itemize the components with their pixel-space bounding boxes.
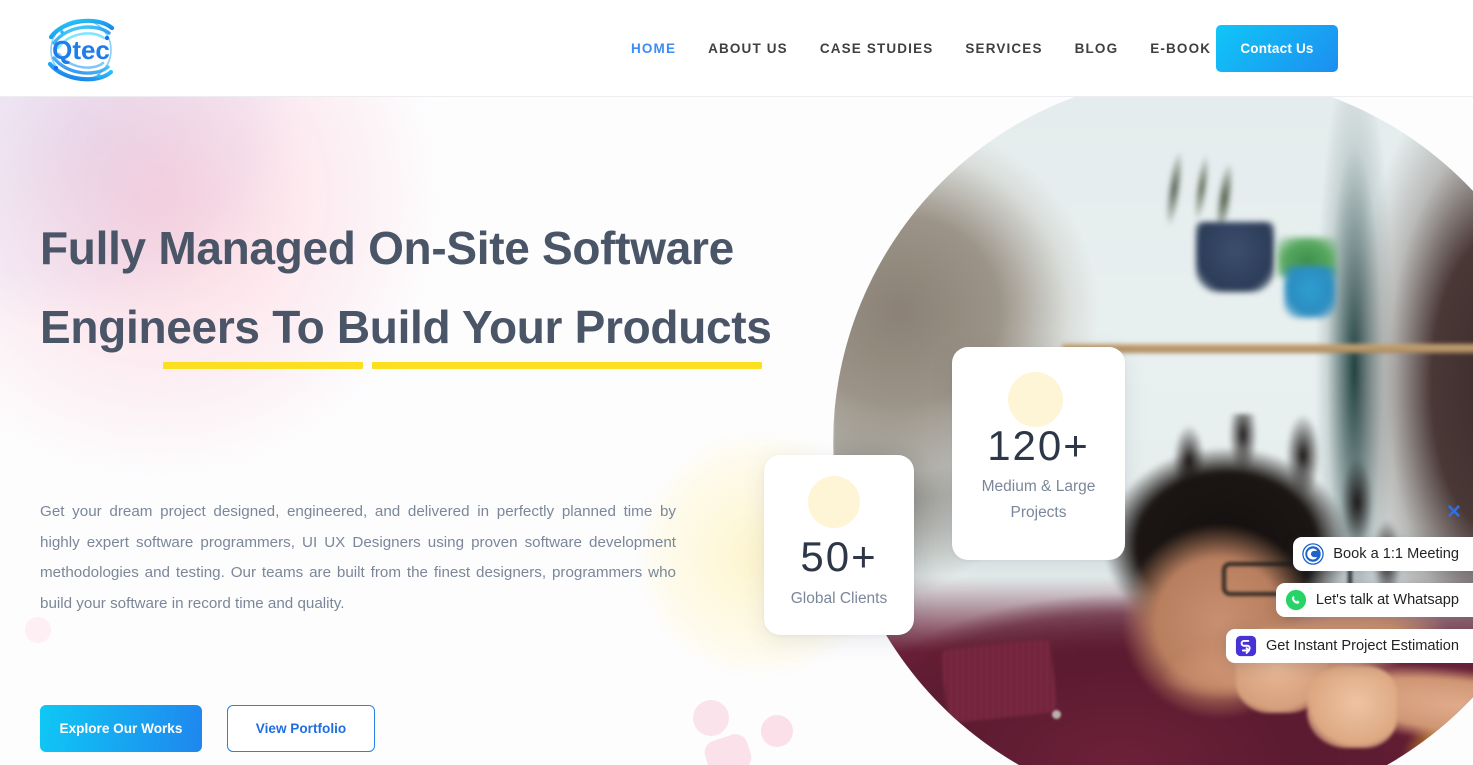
headline-underline-managed <box>163 362 363 369</box>
whatsapp-icon <box>1285 589 1306 611</box>
hero-headline: Fully Managed On-Site Software Engineers… <box>40 209 830 367</box>
widget-project-estimation[interactable]: Get Instant Project Estimation <box>1225 629 1473 663</box>
floating-contact-widgets: ✕ Book a 1:1 Meeting Let's talk at Whats… <box>1225 502 1473 675</box>
main-navigation: HOME ABOUT US CASE STUDIES SERVICES BLOG… <box>615 0 1227 97</box>
nav-item-blog[interactable]: BLOG <box>1059 41 1135 56</box>
headline-line-1: Fully Managed On-Site Software <box>40 222 734 274</box>
logo-wordmark: Qtec <box>52 35 110 65</box>
contact-us-button[interactable]: Contact Us <box>1216 25 1338 72</box>
decor-pink-dot <box>761 715 793 747</box>
widget-label: Get Instant Project Estimation <box>1265 638 1459 654</box>
widget-label: Book a 1:1 Meeting <box>1333 546 1459 562</box>
view-portfolio-button[interactable]: View Portfolio <box>227 705 375 752</box>
decor-pink-dot <box>701 731 755 765</box>
headline-underline-software <box>372 362 762 369</box>
explore-our-works-button[interactable]: Explore Our Works <box>40 705 202 752</box>
stat-card-global-clients: 50+ Global Clients <box>764 455 914 635</box>
nav-item-case-studies[interactable]: CASE STUDIES <box>804 41 950 56</box>
stat-label: Global Clients <box>790 590 888 607</box>
site-header: Qtec HOME ABOUT US CASE STUDIES SERVICES… <box>0 0 1473 97</box>
hero-section: Fully Managed On-Site Software Engineers… <box>0 97 1473 765</box>
widget-whatsapp[interactable]: Let's talk at Whatsapp <box>1275 583 1473 617</box>
headline-line-2: Engineers To Build Your Products <box>40 301 772 353</box>
nav-item-about-us[interactable]: ABOUT US <box>692 41 804 56</box>
stat-label: Medium & Large Projects <box>981 478 1096 521</box>
stat-value: 120+ <box>987 422 1090 469</box>
stat-card-projects: 120+ Medium & Large Projects <box>952 347 1125 560</box>
widget-label: Let's talk at Whatsapp <box>1315 592 1459 608</box>
stat-value: 50+ <box>800 533 878 580</box>
stat-halo-circle <box>808 476 860 528</box>
nav-item-services[interactable]: SERVICES <box>949 41 1058 56</box>
calendly-icon <box>1302 543 1324 565</box>
widget-book-meeting[interactable]: Book a 1:1 Meeting <box>1293 537 1473 571</box>
estimation-icon <box>1235 635 1257 657</box>
stat-halo-circle <box>1008 372 1063 427</box>
hero-cta-row: Explore Our Works View Portfolio <box>40 705 375 752</box>
qtec-globe-logo[interactable]: Qtec <box>38 10 124 90</box>
hero-paragraph: Get your dream project designed, enginee… <box>40 503 676 612</box>
decor-pink-dot <box>693 700 729 736</box>
decor-pink-dot <box>25 617 51 643</box>
nav-item-e-book[interactable]: E-BOOK <box>1134 41 1227 56</box>
close-icon[interactable]: ✕ <box>1443 502 1465 524</box>
nav-item-home[interactable]: HOME <box>615 41 692 56</box>
